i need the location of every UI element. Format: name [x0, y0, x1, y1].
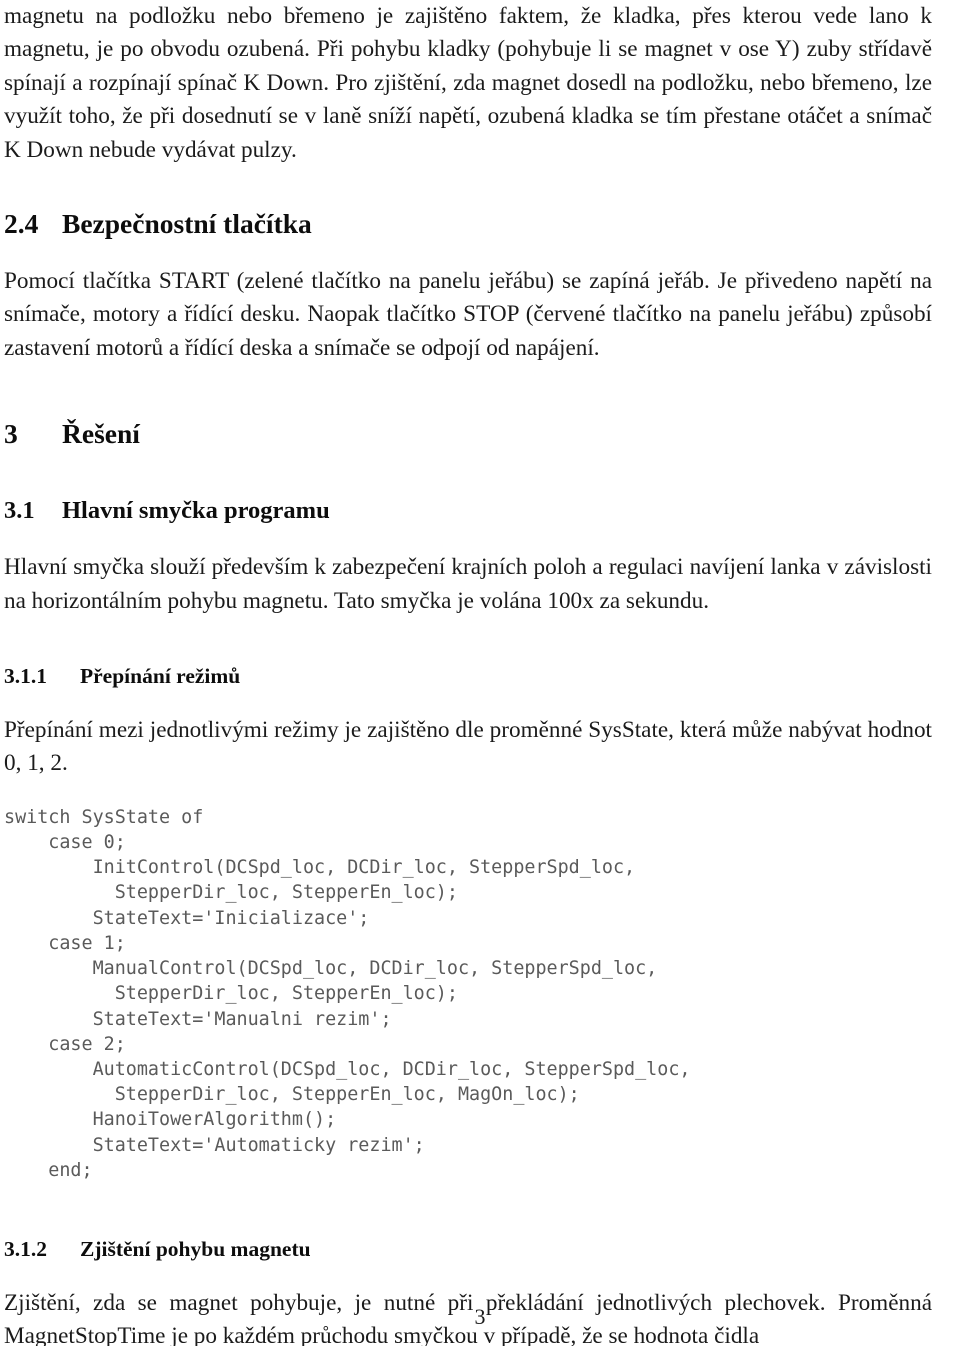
intro-paragraph: magnetu na podložku nebo břemeno je zaji… [4, 3, 932, 163]
heading-section-3-1-2: 3.1.2 Zjištění pohybu magnetu [4, 1235, 932, 1263]
heading-section-3-title: Řešení [62, 418, 140, 450]
heading-section-3-1-title: Hlavní smyčka programu [62, 497, 330, 525]
heading-section-2-4: 2.4 Bezpečnostní tlačítka [4, 207, 932, 241]
heading-section-2-4-number: 2.4 [4, 208, 39, 240]
heading-section-3-1-1-number: 3.1.1 [4, 664, 47, 689]
page-number: 3 [474, 1304, 486, 1329]
heading-section-3-number: 3 [4, 418, 18, 450]
page-content: magnetu na podložku nebo břemeno je zaji… [4, 0, 932, 1346]
heading-section-2-4-title: Bezpečnostní tlačítka [62, 208, 312, 240]
code-listing-switch-sysstate: switch SysState of case 0; InitControl(D… [4, 806, 691, 1181]
section-3-1-paragraph: Hlavní smyčka slouží především k zabezpe… [4, 554, 932, 614]
heading-section-3-1-2-number: 3.1.2 [4, 1236, 47, 1261]
heading-section-3-1: 3.1 Hlavní smyčka programu [4, 495, 932, 527]
section-3-1-1-paragraph: Přepínání mezi jednotlivými režimy je za… [4, 717, 932, 777]
heading-section-3-1-2-title: Zjištění pohybu magnetu [80, 1236, 311, 1261]
document-page: magnetu na podložku nebo břemeno je zaji… [0, 0, 960, 1346]
heading-section-3-1-1-title: Přepínání režimů [80, 664, 241, 689]
heading-section-3: 3 Řešení [4, 417, 932, 451]
section-2-4-paragraph: Pomocí tlačítka START (zelené tlačítko n… [4, 268, 932, 361]
heading-section-3-1-number: 3.1 [4, 497, 35, 525]
heading-section-3-1-1: 3.1.1 Přepínání režimů [4, 662, 932, 690]
